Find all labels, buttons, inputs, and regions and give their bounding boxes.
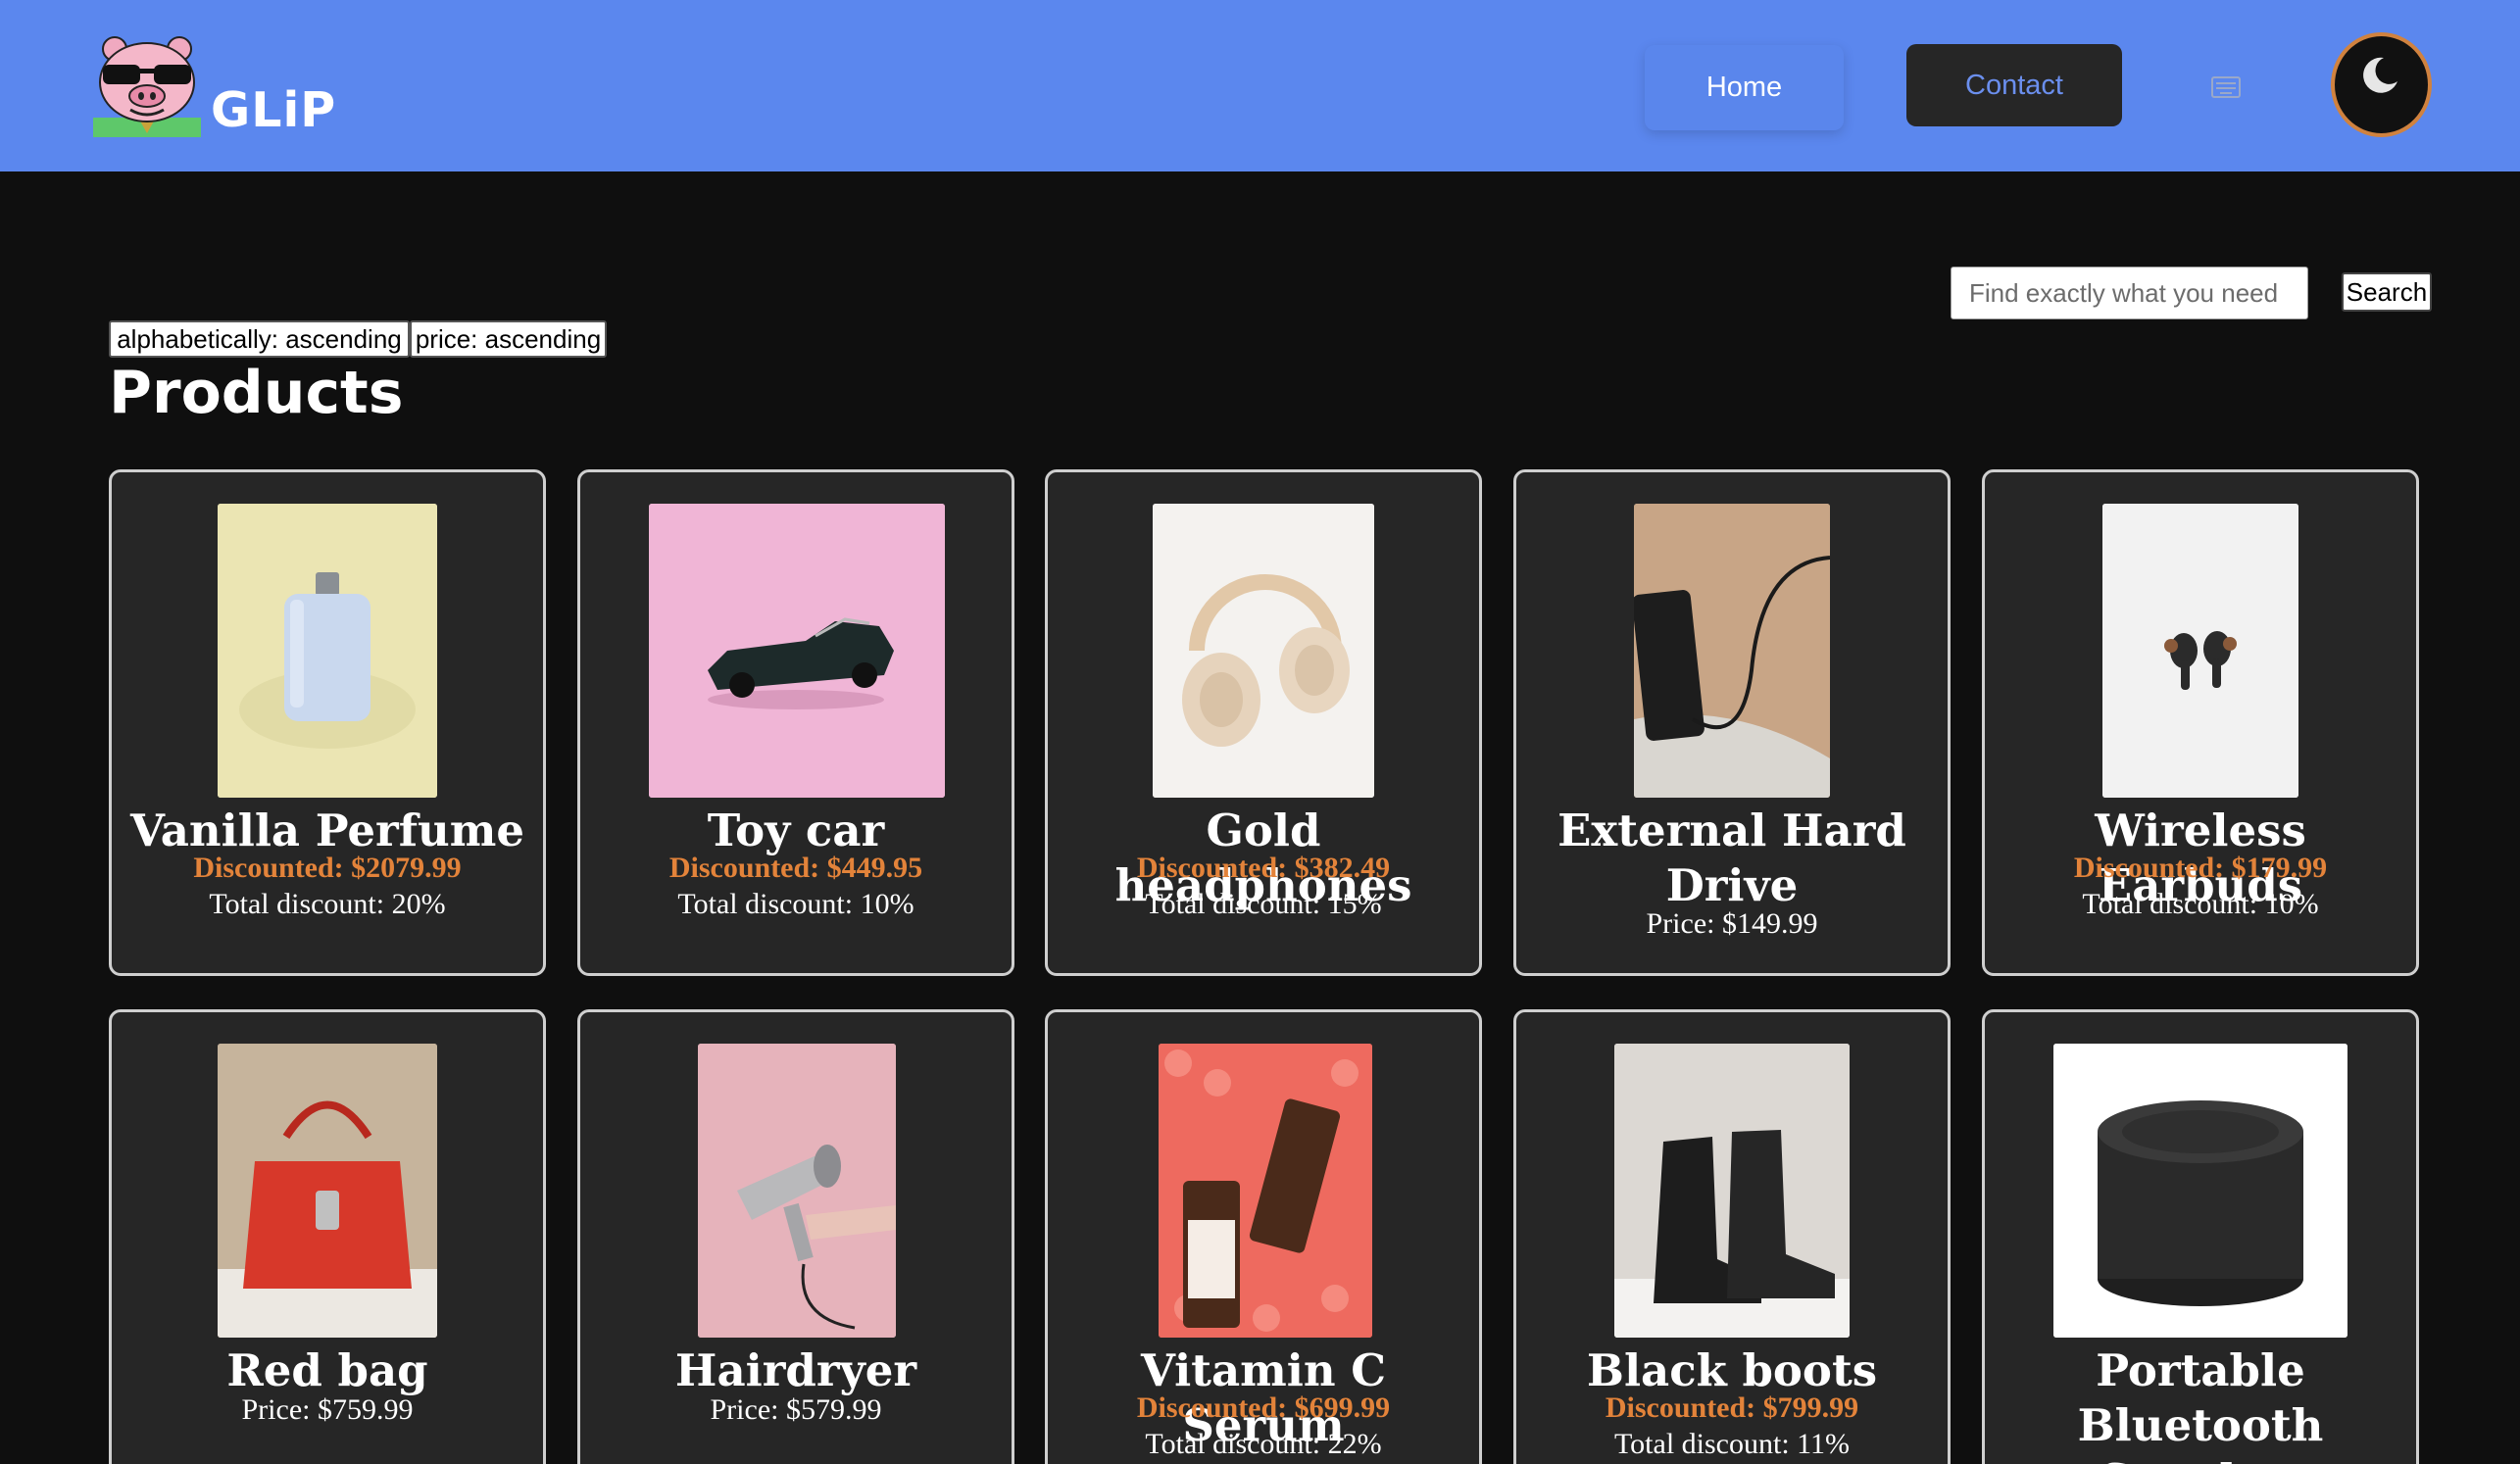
product-discounted-price: Discounted: $382.49: [1136, 852, 1391, 884]
product-card[interactable]: Wireless Earbuds Discounted: $179.99 Tot…: [1982, 469, 2419, 976]
product-card[interactable]: Vitamin C Serum Discounted: $699.99 Tota…: [1045, 1009, 1482, 1464]
product-name: Portable Bluetooth Speaker: [2077, 1344, 2324, 1464]
product-discounted-price: Discounted: $699.99: [1136, 1391, 1391, 1424]
nav-contact-button[interactable]: Contact: [1906, 44, 2122, 126]
product-image: [698, 1044, 896, 1338]
keyboard-icon[interactable]: [2210, 73, 2242, 102]
nav-home-button[interactable]: Home: [1645, 45, 1844, 130]
sort-price-button[interactable]: price: ascending: [410, 320, 607, 358]
product-card[interactable]: External Hard Drive Price: $149.99: [1513, 469, 1951, 976]
product-name: Black boots: [1586, 1344, 1878, 1396]
theme-toggle-button[interactable]: [2331, 32, 2432, 137]
product-card[interactable]: Gold headphones Discounted: $382.49 Tota…: [1045, 469, 1482, 976]
product-discounted-price: Discounted: $449.95: [668, 852, 923, 884]
product-discount-total: Total discount: 20%: [209, 888, 446, 920]
product-card[interactable]: Hairdryer Price: $579.99: [577, 1009, 1014, 1464]
product-card[interactable]: Red bag Price: $759.99: [109, 1009, 546, 1464]
product-discount-total: Total discount: 10%: [677, 888, 914, 920]
product-name: Hairdryer: [674, 1344, 917, 1396]
product-image: [218, 504, 437, 798]
brand-name[interactable]: GLiP: [211, 82, 336, 138]
product-discount-total: Total discount: 11%: [1613, 1428, 1851, 1460]
product-image: [1634, 504, 1830, 798]
product-discount-total: Total discount: 10%: [2082, 888, 2319, 920]
product-image: [2053, 1044, 2347, 1338]
product-name: Toy car: [707, 805, 885, 856]
product-price: Price: $149.99: [1646, 907, 1818, 940]
product-card[interactable]: Black boots Discounted: $799.99 Total di…: [1513, 1009, 1951, 1464]
page-title: Products: [109, 359, 404, 427]
product-price: Price: $579.99: [710, 1393, 882, 1426]
product-card[interactable]: Portable Bluetooth Speaker: [1982, 1009, 2419, 1464]
pig-logo-icon[interactable]: [93, 35, 201, 137]
product-image: [218, 1044, 437, 1338]
product-discounted-price: Discounted: $799.99: [1605, 1391, 1859, 1424]
product-card[interactable]: Vanilla Perfume Discounted: $2079.99 Tot…: [109, 469, 546, 976]
search-input[interactable]: [1951, 267, 2308, 319]
product-price: Price: $759.99: [241, 1393, 414, 1426]
sort-alphabetically-button[interactable]: alphabetically: ascending: [109, 320, 410, 358]
product-discounted-price: Discounted: $179.99: [2073, 852, 2328, 884]
product-name: Vanilla Perfume: [129, 805, 525, 856]
navbar: GLiP Home Contact: [0, 0, 2520, 171]
moon-icon: [2362, 57, 2397, 93]
search-button[interactable]: Search: [2342, 272, 2432, 312]
product-discount-total: Total discount: 22%: [1145, 1428, 1382, 1460]
product-card[interactable]: Toy car Discounted: $449.95 Total discou…: [577, 469, 1014, 976]
product-discount-total: Total discount: 15%: [1145, 888, 1382, 920]
product-image: [649, 504, 945, 798]
product-name: External Hard Drive: [1557, 805, 1906, 911]
product-name: Red bag: [226, 1344, 428, 1396]
product-image: [1614, 1044, 1850, 1338]
product-image: [1153, 504, 1374, 798]
product-discounted-price: Discounted: $2079.99: [193, 852, 462, 884]
product-image: [1159, 1044, 1372, 1338]
product-image: [2102, 504, 2298, 798]
